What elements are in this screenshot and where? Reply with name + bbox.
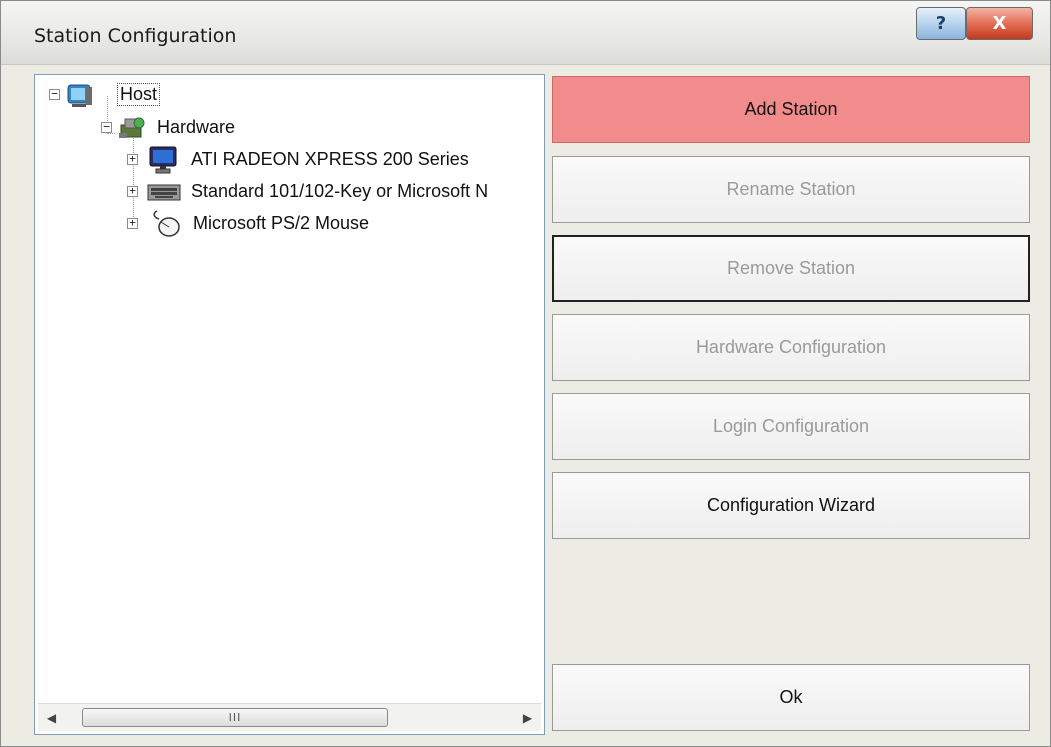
station-configuration-window: Station Configuration ? X − Host − Hardw… [0, 0, 1051, 747]
expand-mouse-toggle[interactable]: + [127, 217, 138, 229]
add-station-button[interactable]: Add Station [552, 76, 1030, 143]
expand-display-toggle[interactable]: + [127, 153, 138, 165]
collapse-host-toggle[interactable]: − [49, 88, 60, 100]
remove-station-button[interactable]: Remove Station [552, 235, 1030, 302]
hardware-icon [119, 117, 145, 138]
collapse-hardware-toggle[interactable]: − [101, 121, 112, 133]
ok-button[interactable]: Ok [552, 664, 1030, 731]
keyboard-icon [147, 184, 181, 201]
scrollbar-thumb[interactable]: III [82, 708, 388, 727]
tree-connector [107, 133, 115, 134]
tree-node-mouse[interactable]: Microsoft PS/2 Mouse [193, 213, 369, 234]
tree-connector [133, 133, 134, 227]
horizontal-scrollbar[interactable]: ◀ III ▶ [38, 703, 541, 731]
expand-keyboard-toggle[interactable]: + [127, 185, 138, 197]
configuration-wizard-button[interactable]: Configuration Wizard [552, 472, 1030, 539]
close-button[interactable]: X [966, 7, 1033, 40]
help-icon: ? [935, 13, 947, 34]
hardware-tree-view[interactable]: − Host − Hardware + ATI RADEON XPRESS 20… [34, 74, 545, 735]
mouse-icon [153, 210, 180, 237]
tree-node-hardware[interactable]: Hardware [157, 117, 235, 138]
login-configuration-button[interactable]: Login Configuration [552, 393, 1030, 460]
tree-node-display-adapter[interactable]: ATI RADEON XPRESS 200 Series [191, 149, 469, 170]
scroll-left-icon[interactable]: ◀ [38, 704, 65, 731]
tree-node-keyboard[interactable]: Standard 101/102-Key or Microsoft N [191, 181, 488, 202]
close-icon: X [992, 13, 1007, 34]
tree-node-host[interactable]: Host [117, 83, 161, 106]
display-monitor-icon [149, 146, 177, 174]
hardware-configuration-button[interactable]: Hardware Configuration [552, 314, 1030, 381]
grip-icon: III [228, 711, 242, 724]
scroll-right-icon[interactable]: ▶ [514, 704, 541, 731]
window-title: Station Configuration [34, 25, 237, 47]
rename-station-button[interactable]: Rename Station [552, 156, 1030, 223]
title-bar[interactable]: Station Configuration ? X [1, 1, 1050, 65]
help-button[interactable]: ? [916, 7, 966, 40]
host-monitor-icon [67, 84, 92, 107]
